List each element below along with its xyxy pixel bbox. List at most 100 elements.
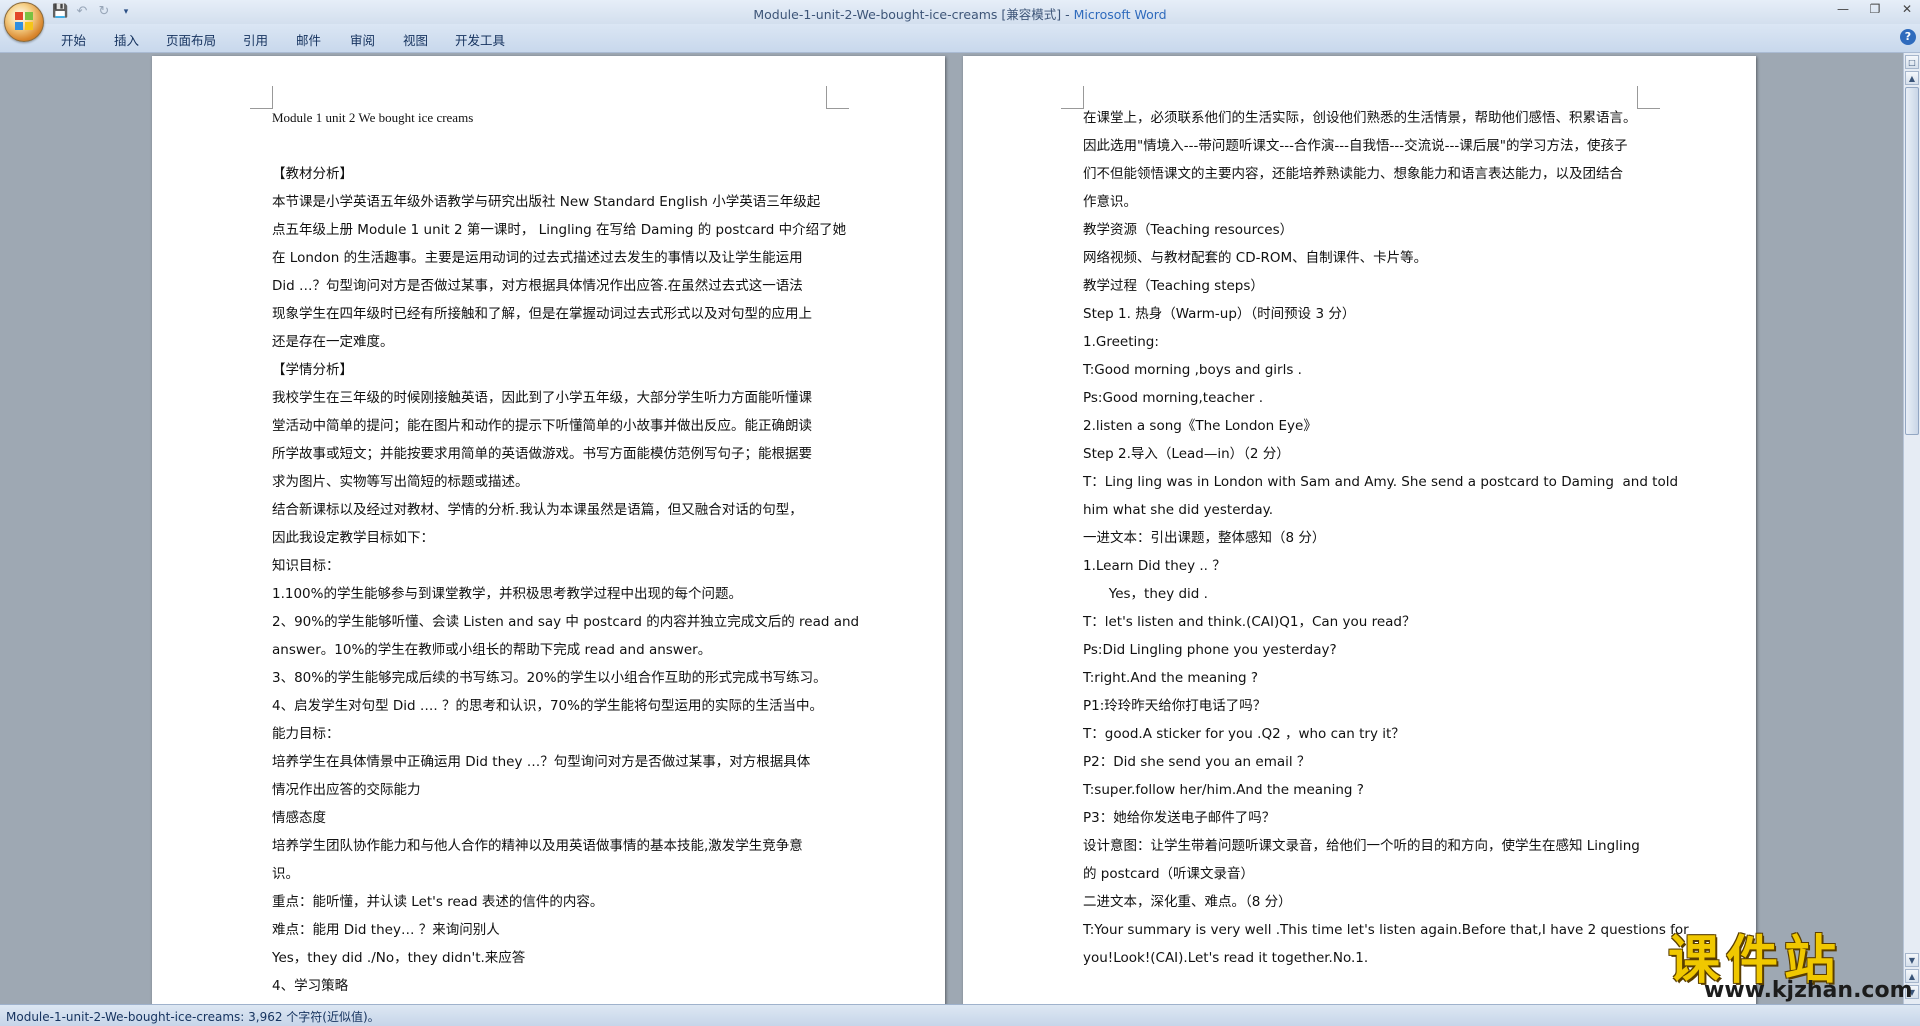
tab-mailings[interactable]: 邮件	[296, 30, 321, 49]
text-line[interactable]: 难点：能用 Did they… ？来询问别人	[272, 916, 859, 944]
tab-home[interactable]: 开始	[61, 30, 86, 49]
text-line[interactable]: 因此我设定教学目标如下：	[272, 524, 859, 552]
office-logo-icon	[15, 12, 33, 30]
text-line[interactable]: 在课堂上，必须联系他们的生活实际，创设他们熟悉的生活情景，帮助他们感悟、积累语言…	[1083, 104, 1689, 132]
text-line[interactable]: 2.listen a song《The London Eye》	[1083, 412, 1689, 440]
tab-references[interactable]: 引用	[243, 30, 268, 49]
text-line[interactable]: 3、80%的学生能够完成后续的书写练习。20%的学生以小组合作互助的形式完成书写…	[272, 664, 859, 692]
text-line[interactable]: 结合新课标以及经过对教材、学情的分析.我认为本课虽然是语篇，但又融合对话的句型，	[272, 496, 859, 524]
text-line[interactable]: 2、90%的学生能够听懂、会读 Listen and say 中 postcar…	[272, 608, 859, 636]
text-line[interactable]: Yes，they did .	[1083, 580, 1689, 608]
text-line[interactable]: T：good.A sticker for you .Q2 ，who can tr…	[1083, 720, 1689, 748]
text-line[interactable]: T：let's listen and think.(CAI)Q1，Can you…	[1083, 608, 1689, 636]
text-line[interactable]: Step 2.导入（Lead—in）（2 分）	[1083, 440, 1689, 468]
text-line-content: 作意识。	[1083, 194, 1137, 210]
text-line[interactable]: T:Good morning ,boys and girls .	[1083, 356, 1689, 384]
text-line-content: 二进文本，深化重、难点。（8 分）	[1083, 894, 1292, 910]
text-line[interactable]: 所学故事或短文；并能按要求用简单的英语做游戏。书写方面能模仿范例写句子；能根据要	[272, 440, 859, 468]
text-line[interactable]: 【教材分析】	[272, 160, 859, 188]
page-1-text[interactable]: Module 1 unit 2 We bought ice creams 【教材分…	[272, 104, 859, 1000]
text-line[interactable]: 求为图片、实物等写出简短的标题或描述。	[272, 468, 859, 496]
text-line[interactable]: 网络视频、与教材配套的 CD-ROM、自制课件、卡片等。	[1083, 244, 1689, 272]
text-line[interactable]: T:right.And the meaning ?	[1083, 664, 1689, 692]
text-line[interactable]: 作意识。	[1083, 188, 1689, 216]
tab-view[interactable]: 视图	[403, 30, 428, 49]
text-line[interactable]: Did …？句型询问对方是否做过某事，对方根据具体情况作出应答.在虽然过去式这一…	[272, 272, 859, 300]
text-line[interactable]: 们不但能领悟课文的主要内容，还能培养熟读能力、想象能力和语言表达能力，以及团结合	[1083, 160, 1689, 188]
text-line[interactable]: 情感态度	[272, 804, 859, 832]
vertical-scrollbar[interactable]: □ ▲ ▼ ▲ ▼	[1903, 53, 1920, 1004]
text-line[interactable]: T:Your summary is very well .This time l…	[1083, 916, 1689, 944]
office-button[interactable]	[4, 2, 44, 42]
text-line-content: 识。	[272, 866, 299, 882]
text-line[interactable]: Ps:Did Lingling phone you yesterday?	[1083, 636, 1689, 664]
text-line[interactable]: 4、启发学生对句型 Did …. ？的思考和认识，70%的学生能将句型运用的实际…	[272, 692, 859, 720]
text-line[interactable]: Ps:Good morning,teacher .	[1083, 384, 1689, 412]
text-line[interactable]: 点五年级上册 Module 1 unit 2 第一课时， Lingling 在写…	[272, 216, 859, 244]
text-line[interactable]: 教学资源（Teaching resources）	[1083, 216, 1689, 244]
text-line[interactable]: T:super.follow her/him.And the meaning ?	[1083, 776, 1689, 804]
minimize-icon[interactable]: —	[1836, 2, 1850, 16]
text-line[interactable]: 1.Greeting:	[1083, 328, 1689, 356]
tab-review[interactable]: 审阅	[350, 30, 375, 49]
scroll-thumb[interactable]	[1905, 87, 1919, 435]
text-line[interactable]: 我校学生在三年级的时候刚接触英语，因此到了小学五年级，大部分学生听力方面能听懂课	[272, 384, 859, 412]
text-line-content: 网络视频、与教材配套的 CD-ROM、自制课件、卡片等。	[1083, 250, 1428, 266]
text-line-content: 教学过程（Teaching steps）	[1083, 278, 1264, 294]
tab-insert[interactable]: 插入	[114, 30, 139, 49]
text-line[interactable]: P1:玲玲昨天给你打电话了吗？	[1083, 692, 1689, 720]
text-line[interactable]: T：Ling ling was in London with Sam and A…	[1083, 468, 1689, 496]
text-line[interactable]: 1.Learn Did they .. ？	[1083, 552, 1689, 580]
text-line[interactable]: Yes，they did ./No，they didn't.来应答	[272, 944, 859, 972]
text-line[interactable]: 能力目标：	[272, 720, 859, 748]
tab-page-layout[interactable]: 页面布局	[166, 30, 216, 49]
text-line-content: 1.Greeting:	[1083, 334, 1159, 350]
text-line[interactable]: 还是存在一定难度。	[272, 328, 859, 356]
text-line[interactable]: 本节课是小学英语五年级外语教学与研究出版社 New Standard Engli…	[272, 188, 859, 216]
text-line[interactable]: 培养学生团队协作能力和与他人合作的精神以及用英语做事情的基本技能,激发学生竞争意	[272, 832, 859, 860]
text-line[interactable]: 1.100%的学生能够参与到课堂教学，并积极思考教学过程中出现的每个问题。	[272, 580, 859, 608]
text-line[interactable]: 4、学习策略	[272, 972, 859, 1000]
text-line[interactable]: you!Look!(CAI).Let's read it together.No…	[1083, 944, 1689, 972]
text-line-content: T:Good morning ,boys and girls .	[1083, 362, 1302, 378]
text-line[interactable]: 一进文本：引出课题，整体感知（8 分）	[1083, 524, 1689, 552]
text-line-content: answer。10%的学生在教师或小组长的帮助下完成 read and answ…	[272, 642, 712, 658]
text-line[interactable]: 知识目标：	[272, 552, 859, 580]
text-line[interactable]: 教学过程（Teaching steps）	[1083, 272, 1689, 300]
text-line[interactable]: 在 London 的生活趣事。主要是运用动词的过去式描述过去发生的事情以及让学生…	[272, 244, 859, 272]
text-line-content: 设计意图：让学生带着问题听课文录音，给他们一个听的目的和方向，使学生在感知 Li…	[1083, 838, 1640, 854]
text-line-content: 2.listen a song《The London Eye》	[1083, 418, 1317, 434]
text-line[interactable]: 二进文本，深化重、难点。（8 分）	[1083, 888, 1689, 916]
text-line[interactable]: 设计意图：让学生带着问题听课文录音，给他们一个听的目的和方向，使学生在感知 Li…	[1083, 832, 1689, 860]
text-line[interactable]: 重点：能听懂，并认读 Let's read 表述的信件的内容。	[272, 888, 859, 916]
text-line[interactable]: 因此选用"情境入---带问题听课文---合作演---自我悟---交流说---课后…	[1083, 132, 1689, 160]
close-icon[interactable]: ✕	[1900, 2, 1914, 16]
text-line[interactable]: P2：Did she send you an email ？	[1083, 748, 1689, 776]
page-2-text[interactable]: 在课堂上，必须联系他们的生活实际，创设他们熟悉的生活情景，帮助他们感悟、积累语言…	[1083, 104, 1689, 972]
text-line[interactable]: 识。	[272, 860, 859, 888]
watermark-url: www.kjzhan.com	[1704, 978, 1913, 1003]
text-line-content: T：good.A sticker for you .Q2 ，who can tr…	[1083, 726, 1405, 742]
text-line[interactable]: him what she did yesterday.	[1083, 496, 1689, 524]
document-page-2[interactable]: 在课堂上，必须联系他们的生活实际，创设他们熟悉的生活情景，帮助他们感悟、积累语言…	[963, 56, 1756, 1004]
text-line[interactable]: 培养学生在具体情景中正确运用 Did they …？句型询问对方是否做过某事，对…	[272, 748, 859, 776]
document-page-1[interactable]: Module 1 unit 2 We bought ice creams 【教材分…	[152, 56, 945, 1004]
scroll-up-icon[interactable]: ▲	[1905, 71, 1919, 85]
text-line[interactable]: 的 postcard（听课文录音）	[1083, 860, 1689, 888]
ruler-toggle-icon[interactable]: □	[1905, 55, 1919, 69]
text-line[interactable]: answer。10%的学生在教师或小组长的帮助下完成 read and answ…	[272, 636, 859, 664]
text-line[interactable]: 情况作出应答的交际能力	[272, 776, 859, 804]
text-line-content: 教学资源（Teaching resources）	[1083, 222, 1294, 238]
text-line[interactable]: 堂活动中简单的提问；能在图片和动作的提示下听懂简单的小故事并做出反应。能正确朗读	[272, 412, 859, 440]
status-word-count[interactable]: Module-1-unit-2-We-bought-ice-creams: 3,…	[6, 1008, 380, 1025]
help-icon[interactable]: ?	[1900, 29, 1916, 45]
restore-icon[interactable]: ❐	[1868, 2, 1882, 16]
text-line[interactable]: 【学情分析】	[272, 356, 859, 384]
text-line[interactable]: Module 1 unit 2 We bought ice creams	[272, 104, 859, 132]
text-line[interactable]: Step 1. 热身（Warm-up）（时间预设 3 分）	[1083, 300, 1689, 328]
text-line[interactable]: 现象学生在四年级时已经有所接触和了解，但是在掌握动词过去式形式以及对句型的应用上	[272, 300, 859, 328]
text-line[interactable]	[272, 132, 859, 160]
tab-developer[interactable]: 开发工具	[455, 30, 505, 49]
document-area[interactable]: Module 1 unit 2 We bought ice creams 【教材分…	[0, 53, 1904, 1004]
text-line[interactable]: P3：她给你发送电子邮件了吗？	[1083, 804, 1689, 832]
